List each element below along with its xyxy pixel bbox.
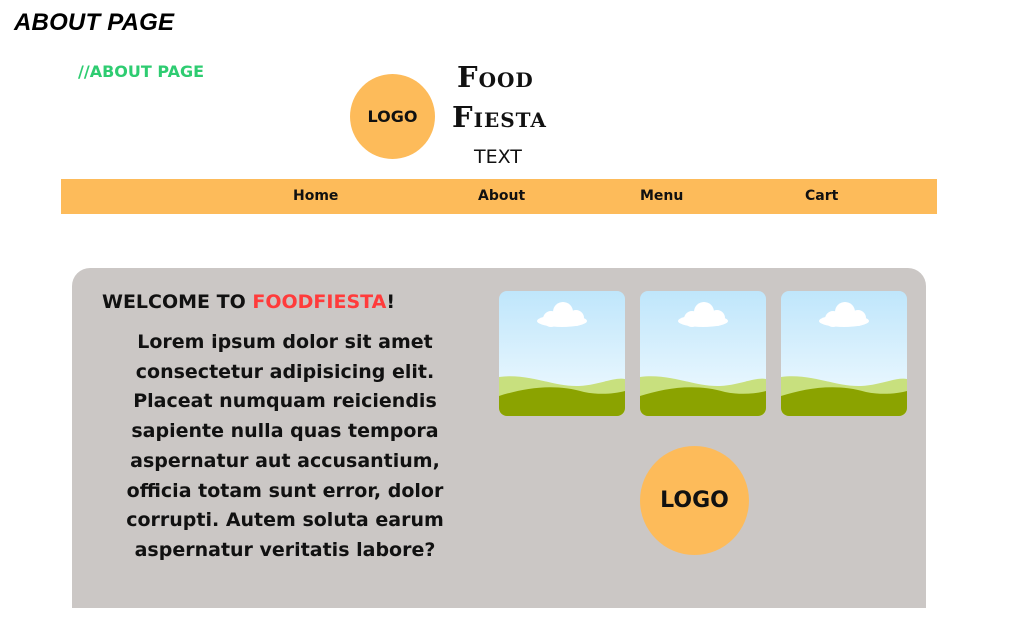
welcome-heading: WELCOME TO FOODFIESTA!	[0, 291, 425, 313]
landscape-image-icon	[781, 291, 907, 416]
navbar: Home About Menu Cart	[61, 179, 937, 214]
landscape-image-icon	[499, 291, 625, 416]
brand-title-line1: Food	[457, 60, 534, 94]
welcome-prefix: WELCOME TO	[101, 291, 253, 313]
comment-label: //ABOUT PAGE	[78, 62, 205, 81]
content-logo-text: LOGO	[660, 488, 729, 513]
brand-subtext: TEXT	[474, 146, 522, 168]
page-heading: ABOUT PAGE	[14, 9, 175, 36]
header-logo-text: LOGO	[367, 107, 418, 126]
welcome-brand-name: FOODFIESTA	[252, 291, 387, 313]
nav-item-menu[interactable]: Menu	[640, 188, 683, 204]
brand-title-line2: Fiesta	[452, 100, 547, 134]
nav-item-about[interactable]: About	[478, 188, 525, 204]
header-logo[interactable]: LOGO	[350, 74, 435, 159]
nav-item-home[interactable]: Home	[293, 188, 338, 204]
nav-item-cart[interactable]: Cart	[805, 188, 838, 204]
welcome-suffix: !	[386, 291, 395, 313]
about-body-text: Lorem ipsum dolor sit amet consectetur a…	[126, 331, 444, 561]
landscape-image-icon	[640, 291, 766, 416]
content-logo: LOGO	[640, 446, 749, 555]
